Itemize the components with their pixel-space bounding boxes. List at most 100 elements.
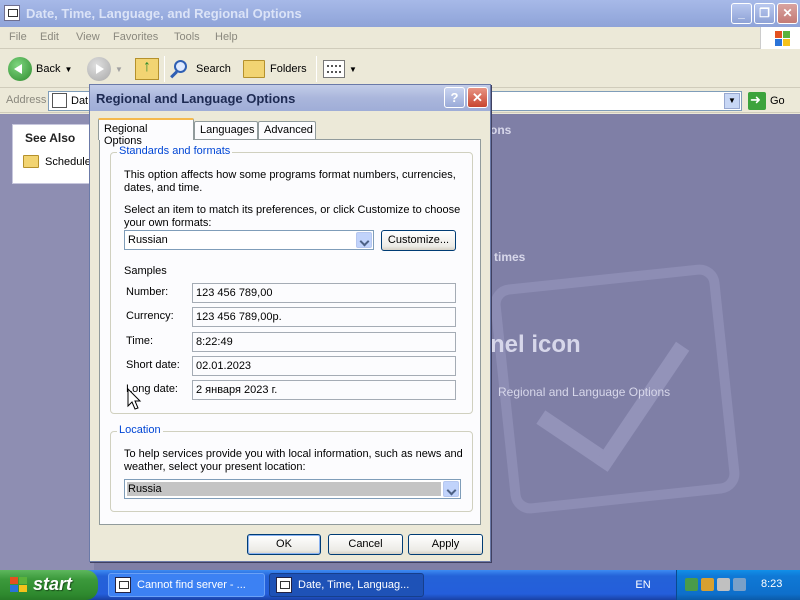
chevron-down-icon[interactable]: ▼ [64,65,72,74]
go-label: Go [770,95,785,107]
taskbar-item-label: Date, Time, Languag... [298,579,410,591]
location-select-value: Russia [128,483,162,495]
format-select[interactable]: Russian [124,230,374,250]
back-button[interactable]: Back ▼ [8,56,72,82]
go-button[interactable]: Go [748,92,785,110]
format-select-value: Russian [128,234,168,246]
menu-view[interactable]: View [76,31,100,43]
tab-regional-options[interactable]: Regional Options [98,118,194,147]
menu-help[interactable]: Help [215,31,238,43]
see-also-item-label: Schedule [45,155,91,168]
menu-tools[interactable]: Tools [174,31,200,43]
search-button[interactable]: Search [170,56,231,82]
toolbar-separator [164,56,165,82]
address-label: Address [6,94,47,106]
minimize-button[interactable]: _ [731,3,752,24]
close-button[interactable]: ✕ [777,3,798,24]
standards-group: Standards and formats This option affect… [110,145,473,414]
regional-language-dialog: Regional and Language Options ? ✕ Region… [89,84,491,562]
short-date-sample-text: 02.01.2023 [196,360,252,372]
toolbar-separator [316,56,317,82]
apply-button[interactable]: Apply [408,534,483,555]
taskbar-item-control-panel[interactable]: Date, Time, Languag... [269,573,424,597]
forward-arrow-icon [87,57,111,81]
scheduled-tasks-icon [23,155,39,168]
sample-value-number: 123 456 789,00 [192,283,456,303]
pick-icon-heading-fragment: nel icon [490,331,581,358]
forward-button[interactable]: ▼ [87,56,123,82]
currency-sample-text: 123 456 789,00р. [196,311,282,323]
windows-flag-icon [10,577,28,593]
explorer-title: Date, Time, Language, and Regional Optio… [26,6,302,21]
help-button[interactable]: ? [444,87,465,108]
start-label: start [33,574,73,594]
dialog-title: Regional and Language Options [96,91,296,106]
address-dropdown-button[interactable]: ▼ [724,93,740,109]
system-tray: 8:23 [676,570,800,600]
samples-label: Samples [124,265,167,277]
tab-languages[interactable]: Languages [194,121,258,139]
menu-edit[interactable]: Edit [40,31,59,43]
up-folder-icon: ↑ [135,58,159,80]
standard-toolbar: Back ▼ ▼ ↑ Search Folders ▼ [0,50,800,88]
explorer-titlebar[interactable]: Date, Time, Language, and Regional Optio… [0,0,800,27]
location-selection-highlight [127,482,441,496]
location-description-line2: weather, select your present location: [124,461,306,473]
sample-label-time: Time: [126,335,154,347]
folders-label: Folders [270,63,307,75]
maximize-button[interactable]: ❐ [754,3,775,24]
location-description-line1: To help services provide you with local … [124,448,463,460]
views-button[interactable]: ▼ [323,56,357,82]
folders-button[interactable]: Folders [243,56,307,82]
search-icon [170,58,192,80]
chevron-down-icon[interactable] [356,232,372,248]
sample-value-time: 8:22:49 [192,332,456,352]
dialog-close-button[interactable]: ✕ [467,87,488,108]
control-panel-window-icon [276,577,292,593]
menu-favorites[interactable]: Favorites [113,31,158,43]
location-legend: Location [117,424,163,436]
sample-value-currency: 123 456 789,00р. [192,307,456,327]
network-icon[interactable] [685,578,698,591]
go-arrow-icon [748,92,766,110]
see-also-item-schedule[interactable]: Schedule [23,155,91,168]
cancel-button[interactable]: Cancel [328,534,403,555]
category-heading-fragment: ons [490,123,512,137]
number-sample-text: 123 456 789,00 [196,287,273,299]
start-button[interactable]: start [0,570,98,600]
sample-label-currency: Currency: [126,310,174,322]
dialog-titlebar[interactable]: Regional and Language Options ? ✕ [90,85,490,111]
task-pane: See Also Schedule [0,114,102,570]
up-folder-button[interactable]: ↑ [135,56,159,82]
menu-file[interactable]: File [9,31,27,43]
tab-advanced[interactable]: Advanced [258,121,316,139]
location-select[interactable]: Russia [124,479,461,499]
sample-label-number: Number: [126,286,169,298]
chevron-down-icon[interactable]: ▼ [349,65,357,74]
chevron-down-icon[interactable]: ▼ [115,65,123,74]
network-connection-icon[interactable] [733,578,746,591]
volume-icon[interactable] [717,578,730,591]
clock[interactable]: 8:23 [761,578,782,590]
see-also-heading: See Also [25,131,76,145]
windows-logo-icon [760,27,800,49]
taskbar-item-label: Cannot find server - ... [137,579,246,591]
folders-icon [243,60,265,78]
folder-window-icon [4,5,20,21]
sample-value-long-date: 2 января 2023 г. [192,380,456,400]
address-value: Dat [71,95,89,107]
ok-button[interactable]: OK [247,534,321,555]
taskbar-item-browser[interactable]: Cannot find server - ... [108,573,265,597]
regional-options-panel: Standards and formats This option affect… [99,139,481,525]
views-icon [323,60,345,78]
menu-bar: File Edit View Favorites Tools Help [0,27,800,49]
select-instruction-line2: your own formats: [124,217,212,229]
customize-button[interactable]: Customize... [381,230,456,251]
task-link-fragment[interactable]: times [494,250,525,264]
regional-options-link[interactable]: Regional and Language Options [498,385,670,399]
chevron-down-icon[interactable] [443,481,459,497]
security-shield-icon[interactable] [701,578,714,591]
language-indicator[interactable]: EN [628,574,658,596]
select-instruction-line1: Select an item to match its preferences,… [124,204,461,216]
taskbar: start Cannot find server - ... Date, Tim… [0,570,800,600]
